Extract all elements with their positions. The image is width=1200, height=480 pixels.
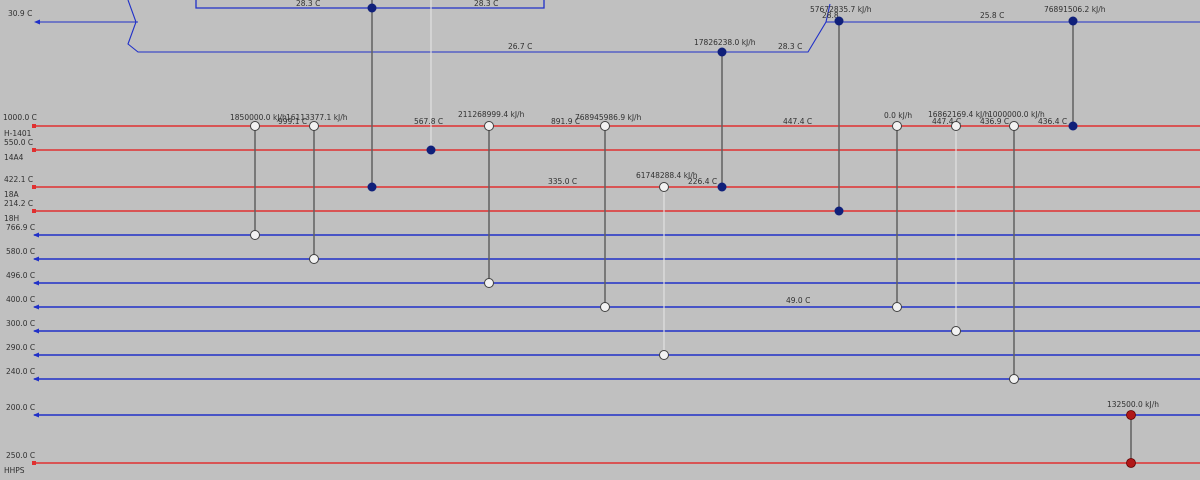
annotation-label: 567.8 C bbox=[414, 117, 443, 126]
top-utility-network: 30.9 C 28.3 C 28.3 C 26.7 C 28.3 C 17826… bbox=[8, 0, 1200, 53]
annotation-label: 768945986.9 kJ/h bbox=[575, 113, 642, 122]
annotation-label: 16113377.1 kJ/h bbox=[286, 113, 348, 122]
annotation-label: 447.4 C bbox=[783, 117, 812, 126]
exchanger-node[interactable] bbox=[484, 121, 494, 131]
annotation-label: 436.9 C bbox=[980, 117, 1009, 126]
utility-exchanger-node[interactable] bbox=[717, 182, 727, 192]
cold-stream-arrow bbox=[33, 304, 39, 310]
exchanger-node[interactable] bbox=[309, 121, 319, 131]
stream-labels: 1000.0 C H-1401 550.0 C 14A4 422.1 C 18A… bbox=[3, 113, 37, 475]
exchanger-node[interactable] bbox=[951, 121, 961, 131]
cold-stream-arrow bbox=[33, 232, 39, 238]
annotation-label: 132500.0 kJ/h bbox=[1107, 400, 1159, 409]
cold-stream-arrow bbox=[33, 352, 39, 358]
exchanger-node[interactable] bbox=[892, 302, 902, 312]
stream-temp-label: 200.0 C bbox=[6, 403, 35, 412]
utility-temp-label: 28.3 C bbox=[296, 0, 320, 8]
stream-name-label: 14A4 bbox=[4, 153, 24, 162]
utility-temp-label: 28.3 C bbox=[778, 42, 802, 51]
utility-temp-label: 26.7 C bbox=[508, 42, 532, 51]
cold-stream-arrow bbox=[33, 328, 39, 334]
stream-lines bbox=[34, 125, 1200, 464]
annotation-label: 211268999.4 kJ/h bbox=[458, 110, 525, 119]
stream-temp-label: 496.0 C bbox=[6, 271, 35, 280]
heater-exchanger-node[interactable] bbox=[1126, 458, 1136, 468]
utility-left-temp: 30.9 C bbox=[8, 9, 32, 18]
exchanger-node[interactable] bbox=[1009, 121, 1019, 131]
exchanger-node[interactable] bbox=[309, 254, 319, 264]
stream-temp-label: 1000.0 C bbox=[3, 113, 37, 122]
utility-exchanger-node[interactable] bbox=[1068, 16, 1078, 26]
utility-exchanger-node[interactable] bbox=[834, 16, 844, 26]
utility-temp-label: 28.3 C bbox=[474, 0, 498, 8]
stream-temp-label: 214.2 C bbox=[4, 199, 33, 208]
heater-exchanger-node[interactable] bbox=[1126, 410, 1136, 420]
utility-exchanger-node[interactable] bbox=[367, 182, 377, 192]
exchanger-node[interactable] bbox=[600, 302, 610, 312]
exchanger-node[interactable] bbox=[484, 278, 494, 288]
hot-stream-start-marker[interactable] bbox=[32, 209, 36, 213]
exchanger-node[interactable] bbox=[250, 121, 260, 131]
utility-exchanger-node[interactable] bbox=[367, 3, 377, 13]
exchanger-links bbox=[254, 0, 1132, 463]
utility-exchanger-node[interactable] bbox=[426, 145, 436, 155]
stream-temp-label: 550.0 C bbox=[4, 138, 33, 147]
annotation-label: 0.0 kJ/h bbox=[884, 111, 912, 120]
hot-stream-start-marker[interactable] bbox=[32, 185, 36, 189]
stream-name-label: 18A bbox=[4, 190, 20, 199]
exchanger-node[interactable] bbox=[892, 121, 902, 131]
stream-temp-label: 580.0 C bbox=[6, 247, 35, 256]
annotation-label: 49.0 C bbox=[786, 296, 810, 305]
exchanger-node[interactable] bbox=[659, 182, 669, 192]
exchanger-node[interactable] bbox=[951, 326, 961, 336]
annotation-label: 335.0 C bbox=[548, 177, 577, 186]
stream-temp-label: 290.0 C bbox=[6, 343, 35, 352]
utility-temp-label: 25.8 C bbox=[980, 11, 1004, 20]
exchanger-node[interactable] bbox=[250, 230, 260, 240]
cold-stream-arrow bbox=[33, 256, 39, 262]
utility-exchanger-node[interactable] bbox=[834, 206, 844, 216]
stream-temp-label: 766.9 C bbox=[6, 223, 35, 232]
stream-name-label: H-1401 bbox=[4, 129, 32, 138]
annotation-label: 226.4 C bbox=[688, 177, 717, 186]
utility-duty-label: 17826238.0 kJ/h bbox=[694, 38, 756, 47]
utility-exchanger-node[interactable] bbox=[717, 47, 727, 57]
exchanger-node[interactable] bbox=[659, 350, 669, 360]
exchanger-node[interactable] bbox=[600, 121, 610, 131]
stream-name-label: HHPS bbox=[4, 466, 25, 475]
heat-exchanger-network-diagram: 30.9 C 28.3 C 28.3 C 26.7 C 28.3 C 17826… bbox=[3, 0, 1200, 475]
cold-stream-arrow bbox=[33, 376, 39, 382]
utility-outlet-arrow bbox=[34, 19, 40, 25]
stream-name-label: 18H bbox=[4, 214, 19, 223]
stream-temp-label: 422.1 C bbox=[4, 175, 33, 184]
stream-temp-label: 300.0 C bbox=[6, 319, 35, 328]
hot-stream-start-marker[interactable] bbox=[32, 148, 36, 152]
cold-stream-arrow bbox=[33, 280, 39, 286]
hot-stream-start-marker[interactable] bbox=[32, 461, 36, 465]
exchanger-node[interactable] bbox=[1009, 374, 1019, 384]
utility-duty-label: 57672835.7 kJ/h bbox=[810, 5, 872, 14]
hot-stream-start-marker[interactable] bbox=[32, 124, 36, 128]
stream-temp-label: 240.0 C bbox=[6, 367, 35, 376]
utility-exchanger-node[interactable] bbox=[1068, 121, 1078, 131]
annotation-label: 436.4 C bbox=[1038, 117, 1067, 126]
stream-temp-label: 250.0 C bbox=[6, 451, 35, 460]
utility-duty-label: 76891506.2 kJ/h bbox=[1044, 5, 1106, 14]
stream-temp-label: 400.0 C bbox=[6, 295, 35, 304]
cold-stream-arrow bbox=[33, 412, 39, 418]
